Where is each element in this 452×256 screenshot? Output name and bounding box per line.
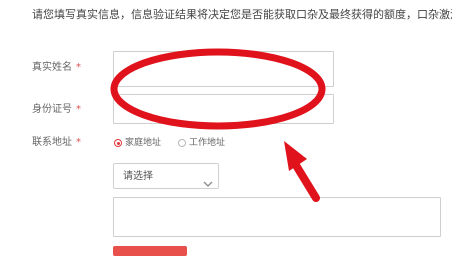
annotation-overlay: [110, 48, 326, 202]
annotation-arrow-shaft: [290, 158, 320, 202]
annotation-arrow-head: [284, 141, 307, 171]
annotation-ellipse: [110, 48, 326, 130]
